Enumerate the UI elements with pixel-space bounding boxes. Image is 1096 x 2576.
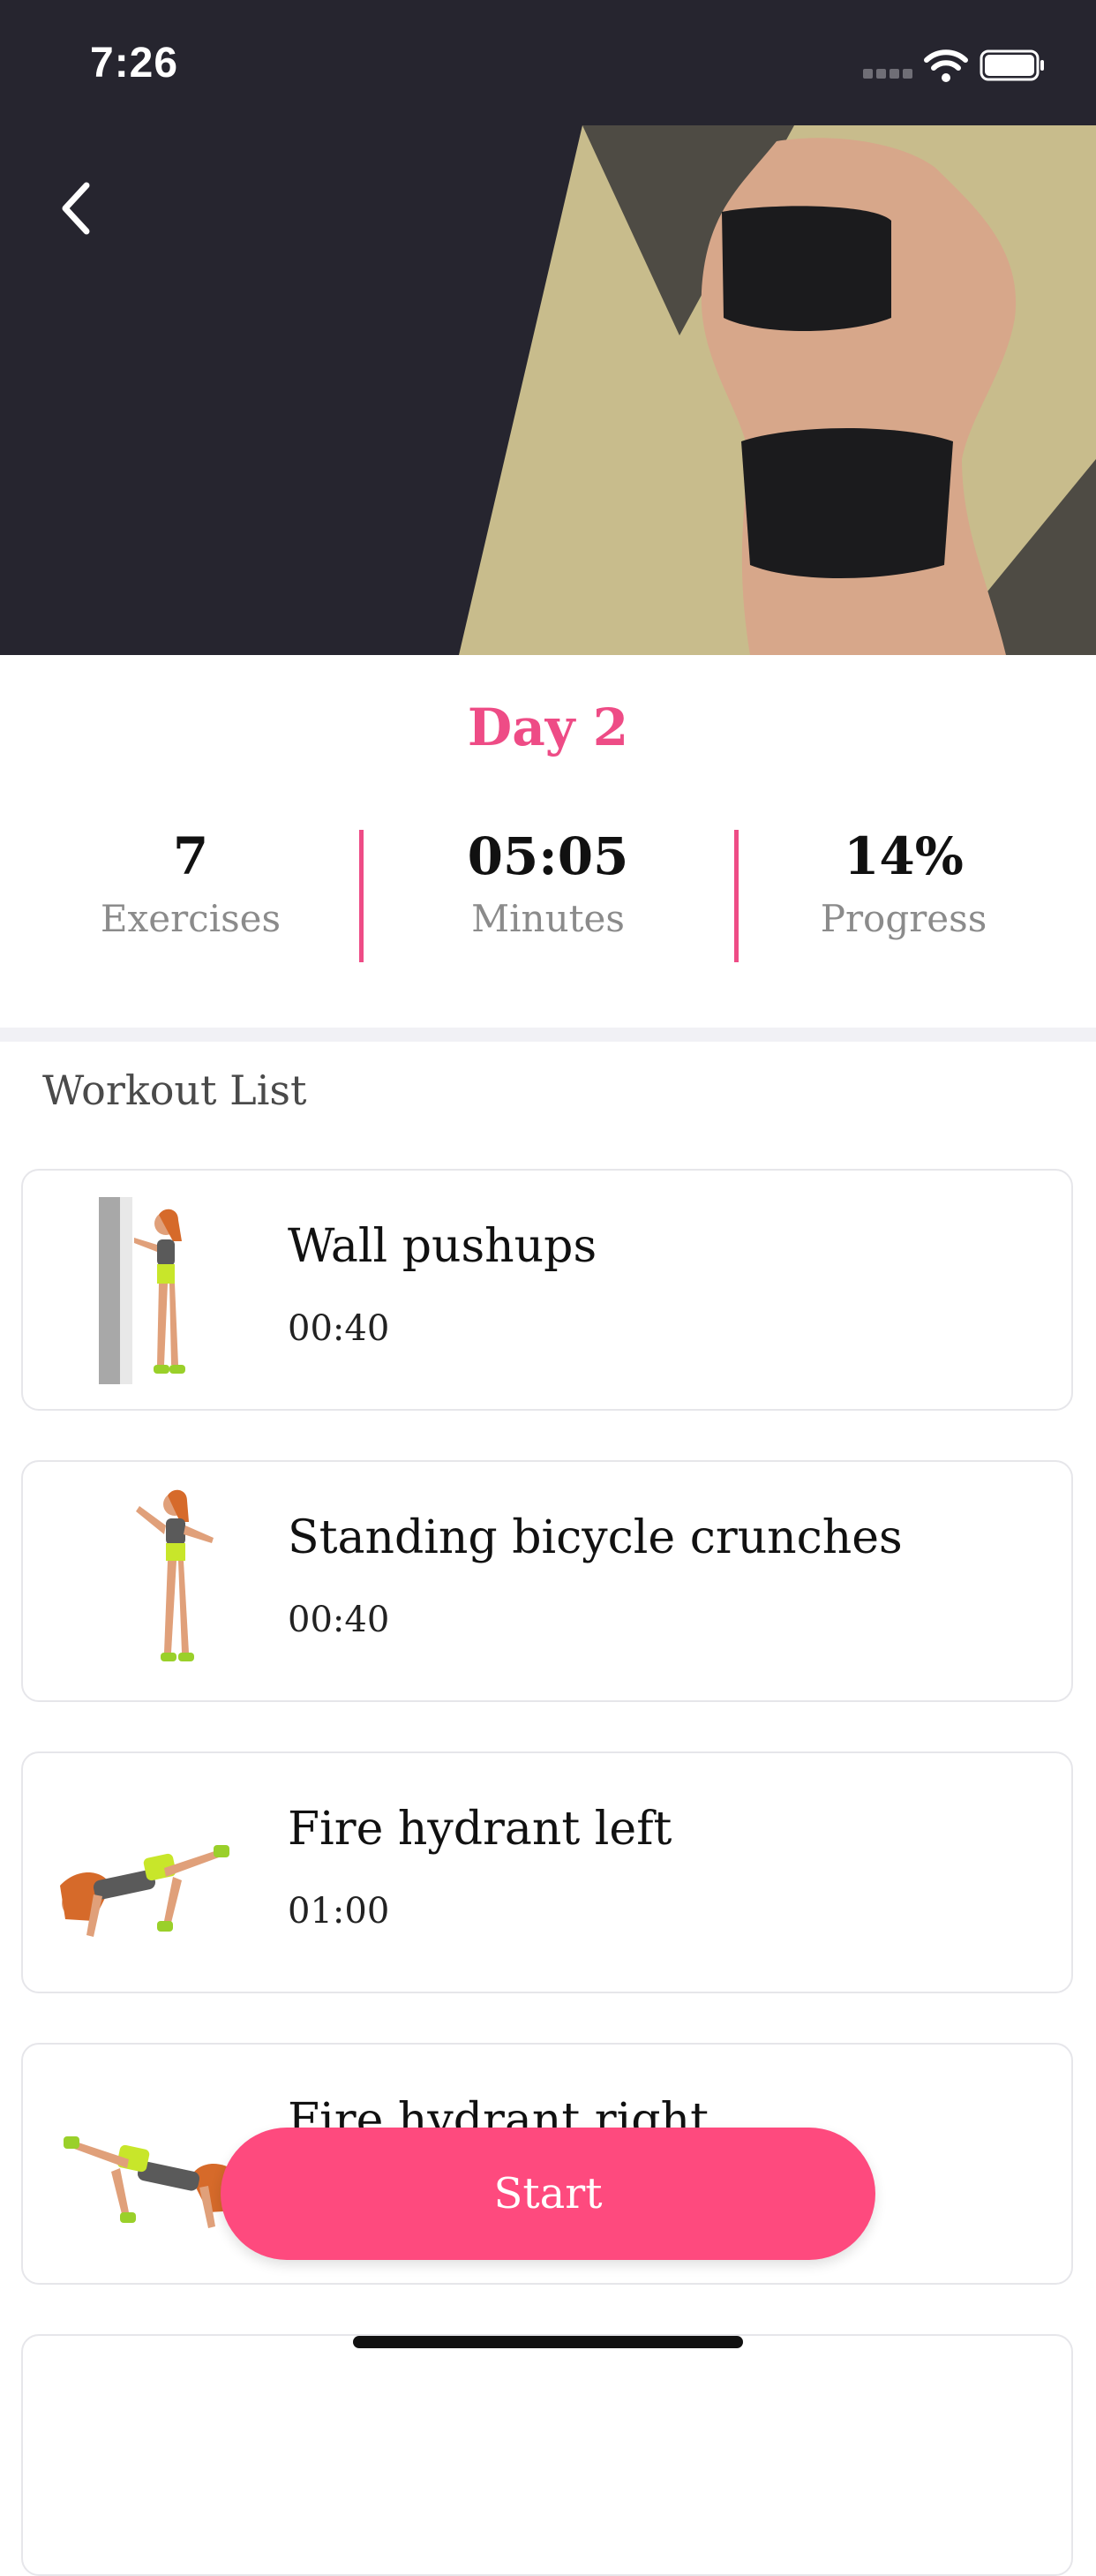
stat-label: Minutes bbox=[471, 897, 625, 940]
wifi-icon bbox=[924, 49, 968, 82]
stat-divider bbox=[734, 830, 739, 962]
exercise-name: Wall pushups bbox=[288, 1220, 597, 1273]
exercise-name: Fire hydrant left bbox=[288, 1803, 672, 1856]
battery-icon bbox=[980, 49, 1044, 81]
workout-card[interactable]: Standing bicycle crunches 00:40 bbox=[21, 1460, 1073, 1702]
section-divider bbox=[0, 1028, 1096, 1042]
status-time: 7:26 bbox=[90, 40, 179, 87]
fire-hydrant-left-illustration bbox=[60, 1845, 229, 1937]
stat-value: 14% bbox=[844, 826, 964, 886]
standing-bicycle-crunches-illustration bbox=[136, 1489, 214, 1661]
day-title: Day 2 bbox=[467, 697, 629, 757]
exercise-name: Standing bicycle crunches bbox=[288, 1511, 903, 1564]
cellular-signal-icon bbox=[863, 69, 912, 81]
workout-card[interactable]: Wall pushups 00:40 bbox=[21, 1169, 1073, 1411]
back-button[interactable] bbox=[53, 173, 106, 244]
workout-card[interactable]: Fire hydrant left 01:00 bbox=[21, 1751, 1073, 1993]
exercise-duration: 00:40 bbox=[288, 1600, 390, 1640]
workout-list-heading: Workout List bbox=[42, 1066, 307, 1114]
stat-value: 7 bbox=[172, 826, 209, 886]
fire-hydrant-right-illustration bbox=[64, 2136, 242, 2228]
stat-exercises: 7 Exercises bbox=[41, 821, 341, 940]
exercise-duration: 01:00 bbox=[288, 1891, 390, 1932]
stat-divider bbox=[359, 830, 364, 962]
status-bar: 7:26 bbox=[0, 0, 1096, 125]
wall-pushups-illustration bbox=[99, 1197, 185, 1384]
chevron-left-icon bbox=[62, 182, 90, 235]
stat-label: Exercises bbox=[100, 897, 282, 940]
stat-minutes: 05:05 Minutes bbox=[398, 821, 698, 940]
stat-progress: 14% Progress bbox=[754, 821, 1054, 940]
home-indicator[interactable] bbox=[353, 2336, 743, 2348]
stat-value: 05:05 bbox=[467, 826, 629, 886]
start-button[interactable]: Start bbox=[221, 2128, 875, 2260]
exercise-duration: 00:40 bbox=[288, 1308, 390, 1349]
workout-card[interactable] bbox=[21, 2334, 1073, 2576]
stat-label: Progress bbox=[820, 897, 987, 940]
stats-row: 7 Exercises 05:05 Minutes 14% Progress bbox=[0, 821, 1096, 971]
